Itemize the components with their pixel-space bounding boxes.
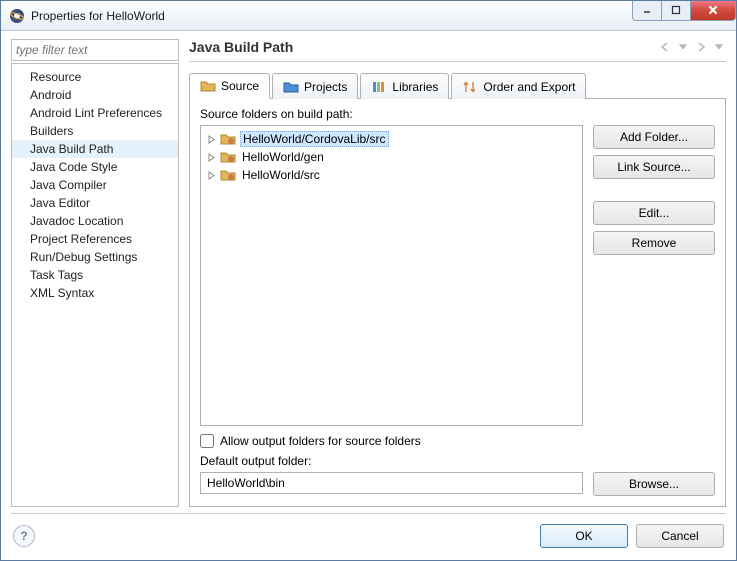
dialog-window: Properties for HelloWorld Resource Andro… — [0, 0, 737, 561]
nav-item-xml-syntax[interactable]: XML Syntax — [12, 284, 178, 302]
nav-item-java-code-style[interactable]: Java Code Style — [12, 158, 178, 176]
source-folders-tree[interactable]: HelloWorld/CordovaLib/src HelloWorld/gen… — [200, 125, 583, 426]
source-tab-body: Source folders on build path: HelloWorld… — [189, 99, 726, 507]
nav-item-task-tags[interactable]: Task Tags — [12, 266, 178, 284]
link-source-button[interactable]: Link Source... — [593, 155, 715, 179]
nav-item-project-references[interactable]: Project References — [12, 230, 178, 248]
source-folder-icon — [200, 78, 216, 94]
tab-order-export[interactable]: Order and Export — [451, 73, 586, 99]
nav-item-android-lint[interactable]: Android Lint Preferences — [12, 104, 178, 122]
dialog-body: Resource Android Android Lint Preference… — [1, 31, 736, 507]
tab-projects[interactable]: Projects — [272, 73, 358, 99]
nav-item-java-compiler[interactable]: Java Compiler — [12, 176, 178, 194]
nav-item-builders[interactable]: Builders — [12, 122, 178, 140]
tab-source[interactable]: Source — [189, 73, 270, 99]
main-panel: Java Build Path Source Projects Librarie… — [189, 39, 726, 507]
forward-dropdown-icon[interactable] — [712, 40, 726, 54]
allow-output-checkbox[interactable] — [200, 434, 214, 448]
nav-item-javadoc-location[interactable]: Javadoc Location — [12, 212, 178, 230]
source-folder-label: HelloWorld/gen — [240, 150, 326, 164]
page-header: Java Build Path — [189, 39, 726, 62]
nav-item-android[interactable]: Android — [12, 86, 178, 104]
projects-icon — [283, 79, 299, 95]
help-icon[interactable]: ? — [13, 525, 35, 547]
dialog-footer: ? OK Cancel — [1, 514, 736, 560]
expand-icon[interactable] — [207, 171, 216, 180]
tab-libraries[interactable]: Libraries — [360, 73, 449, 99]
tab-label: Projects — [304, 80, 347, 94]
close-button[interactable] — [690, 1, 736, 21]
browse-button[interactable]: Browse... — [593, 472, 715, 496]
cancel-button[interactable]: Cancel — [636, 524, 724, 548]
nav-item-java-editor[interactable]: Java Editor — [12, 194, 178, 212]
default-output-label: Default output folder: — [200, 454, 715, 468]
filter-input[interactable] — [11, 39, 179, 61]
nav-item-run-debug[interactable]: Run/Debug Settings — [12, 248, 178, 266]
forward-icon[interactable] — [694, 40, 708, 54]
source-folder-label: HelloWorld/CordovaLib/src — [240, 131, 389, 147]
add-folder-button[interactable]: Add Folder... — [593, 125, 715, 149]
back-icon[interactable] — [658, 40, 672, 54]
tab-label: Libraries — [392, 80, 438, 94]
package-folder-icon — [220, 149, 236, 165]
edit-button[interactable]: Edit... — [593, 201, 715, 225]
window-controls — [633, 1, 736, 21]
expand-icon[interactable] — [207, 153, 216, 162]
source-folder-item[interactable]: HelloWorld/CordovaLib/src — [205, 130, 578, 148]
default-output-input[interactable] — [200, 472, 583, 494]
nav-panel: Resource Android Android Lint Preference… — [11, 39, 179, 507]
nav-item-resource[interactable]: Resource — [12, 68, 178, 86]
libraries-icon — [371, 79, 387, 95]
expand-icon[interactable] — [207, 135, 216, 144]
allow-output-label: Allow output folders for source folders — [220, 434, 421, 448]
app-icon — [9, 8, 25, 24]
back-dropdown-icon[interactable] — [676, 40, 690, 54]
remove-button[interactable]: Remove — [593, 231, 715, 255]
source-folders-label: Source folders on build path: — [200, 107, 715, 121]
page-title: Java Build Path — [189, 39, 654, 55]
package-folder-icon — [220, 131, 236, 147]
maximize-button[interactable] — [661, 1, 691, 21]
titlebar: Properties for HelloWorld — [1, 1, 736, 31]
source-folder-item[interactable]: HelloWorld/src — [205, 166, 578, 184]
category-tree[interactable]: Resource Android Android Lint Preference… — [11, 63, 179, 507]
package-folder-icon — [220, 167, 236, 183]
tab-label: Order and Export — [483, 80, 575, 94]
order-export-icon — [462, 79, 478, 95]
source-buttons: Add Folder... Link Source... Edit... Rem… — [593, 125, 715, 426]
tab-bar: Source Projects Libraries Order and Expo… — [189, 72, 726, 99]
source-folder-label: HelloWorld/src — [240, 168, 322, 182]
ok-button[interactable]: OK — [540, 524, 628, 548]
tab-label: Source — [221, 79, 259, 93]
nav-item-java-build-path[interactable]: Java Build Path — [12, 140, 178, 158]
window-title: Properties for HelloWorld — [31, 9, 633, 23]
minimize-button[interactable] — [632, 1, 662, 21]
source-folder-item[interactable]: HelloWorld/gen — [205, 148, 578, 166]
